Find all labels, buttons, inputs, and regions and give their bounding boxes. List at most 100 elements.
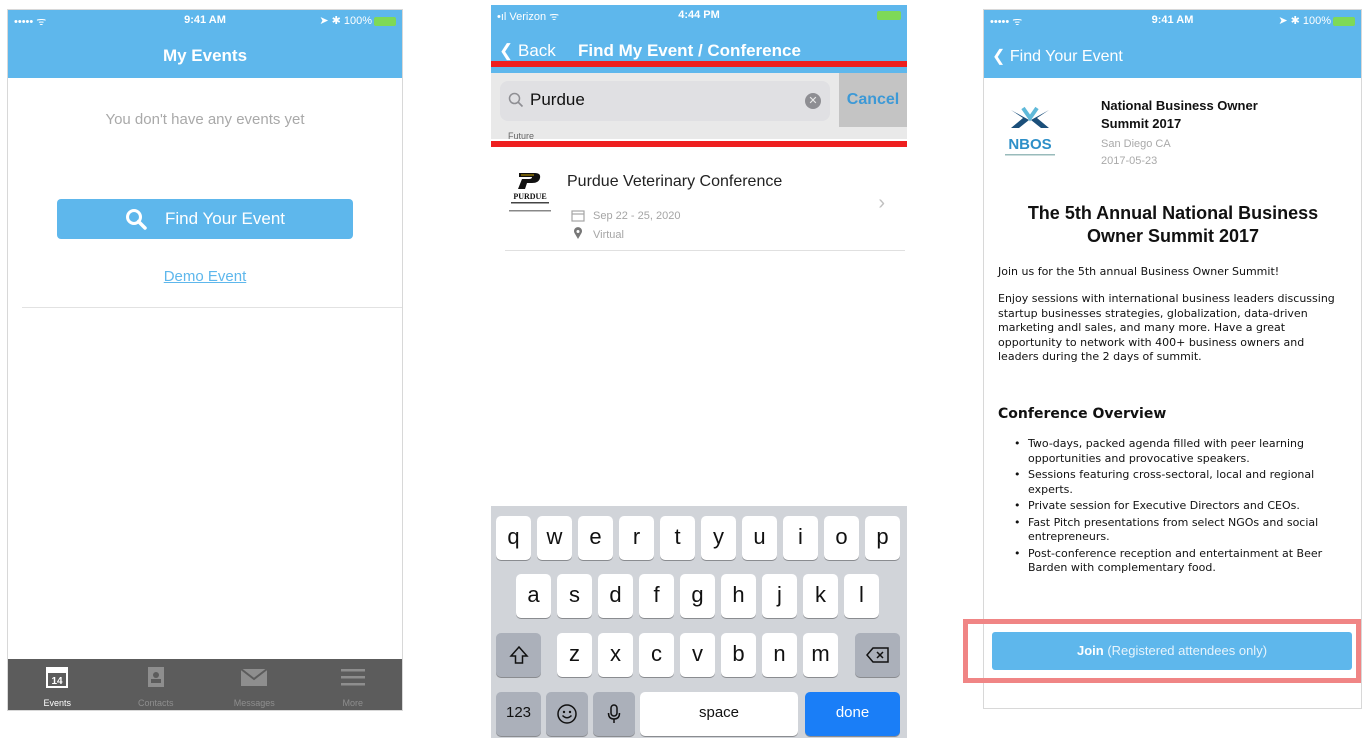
contacts-icon xyxy=(147,667,164,687)
key-y[interactable]: y xyxy=(701,516,736,560)
key-s[interactable]: s xyxy=(557,574,592,618)
numbers-key[interactable]: 123 xyxy=(496,692,541,736)
battery-indicator: ➤ ✱ 100% xyxy=(319,14,396,27)
dictation-key[interactable] xyxy=(593,692,635,736)
nav-header: ••••• ᯤ 9:41 AM ➤ ✱ 100% My Events xyxy=(8,10,402,78)
back-label: Find Your Event xyxy=(1009,48,1123,65)
key-j[interactable]: j xyxy=(762,574,797,618)
event-detail-screen: ••••• ᯤ 9:41 AM ➤ ✱ 100% ❮ Find Your Eve… xyxy=(983,9,1362,709)
backspace-icon xyxy=(865,647,889,663)
key-p[interactable]: p xyxy=(865,516,900,560)
menu-icon xyxy=(340,669,365,686)
tab-more[interactable]: More xyxy=(304,659,403,710)
key-e[interactable]: e xyxy=(578,516,613,560)
key-u[interactable]: u xyxy=(742,516,777,560)
status-bar: ••••• ᯤ 9:41 AM ➤ ✱ 100% xyxy=(984,10,1361,30)
calendar-icon: 14 xyxy=(46,667,69,688)
key-g[interactable]: g xyxy=(680,574,715,618)
overview-title: Conference Overview xyxy=(998,406,1167,422)
calendar-icon xyxy=(571,210,585,222)
event-location: San Diego CA xyxy=(1101,138,1171,150)
battery-indicator: ➤ ✱ 100% xyxy=(1278,14,1355,27)
empty-state-message: You don't have any events yet xyxy=(105,111,305,128)
tab-contacts[interactable]: Contacts xyxy=(107,659,206,710)
key-m[interactable]: m xyxy=(803,633,838,677)
find-your-event-button[interactable]: Find Your Event xyxy=(57,199,353,239)
key-q[interactable]: q xyxy=(496,516,531,560)
key-z[interactable]: z xyxy=(557,633,592,677)
emoji-key[interactable] xyxy=(546,692,588,736)
page-title: My Events xyxy=(162,46,248,65)
svg-text:NBOS: NBOS xyxy=(1008,136,1051,153)
chevron-right-icon: › xyxy=(878,192,885,214)
status-bar: •ıl Verizon ᯤ 4:44 PM xyxy=(491,5,907,25)
overview-list: Two-days, packed agenda filled with peer… xyxy=(1014,437,1344,621)
demo-event-link[interactable]: Demo Event xyxy=(8,268,402,285)
done-key[interactable]: done xyxy=(805,692,900,736)
key-d[interactable]: d xyxy=(598,574,633,618)
result-location: Virtual xyxy=(593,229,624,241)
page-title: Find My Event / Conference xyxy=(578,41,801,60)
battery-icon xyxy=(374,16,396,26)
shift-key[interactable] xyxy=(496,633,541,677)
microphone-icon xyxy=(607,704,621,724)
shift-icon xyxy=(508,646,529,664)
status-time: 4:44 PM xyxy=(678,9,720,21)
find-event-search-screen: •ıl Verizon ᯤ 4:44 PM ❮ Back Find My Eve… xyxy=(491,5,907,738)
key-f[interactable]: f xyxy=(639,574,674,618)
event-name: National Business Owner Summit 2017 xyxy=(1101,98,1258,131)
nav-header: ••••• ᯤ 9:41 AM ➤ ✱ 100% ❮ Find Your Eve… xyxy=(984,10,1361,78)
key-o[interactable]: o xyxy=(824,516,859,560)
location-pin-icon xyxy=(574,227,582,239)
back-button[interactable]: ❮ Find Your Event xyxy=(992,46,1123,66)
key-h[interactable]: h xyxy=(721,574,756,618)
key-w[interactable]: w xyxy=(537,516,572,560)
envelope-icon xyxy=(240,668,268,686)
back-label: Back xyxy=(517,41,556,60)
key-r[interactable]: r xyxy=(619,516,654,560)
key-n[interactable]: n xyxy=(762,633,797,677)
svg-text:PURDUE: PURDUE xyxy=(513,192,546,201)
list-item: Private session for Executive Directors … xyxy=(1014,499,1344,514)
my-events-screen: ••••• ᯤ 9:41 AM ➤ ✱ 100% My Events You d… xyxy=(7,9,403,711)
search-icon xyxy=(125,209,147,230)
key-c[interactable]: c xyxy=(639,633,674,677)
key-a[interactable]: a xyxy=(516,574,551,618)
nbos-logo: NBOS xyxy=(1005,106,1055,156)
highlight-box xyxy=(963,619,1361,683)
key-i[interactable]: i xyxy=(783,516,818,560)
key-b[interactable]: b xyxy=(721,633,756,677)
tab-more-label: More xyxy=(342,698,363,708)
battery-icon xyxy=(877,10,901,20)
list-item: Post-conference reception and entertainm… xyxy=(1014,547,1344,576)
tab-contacts-label: Contacts xyxy=(137,698,174,708)
key-x[interactable]: x xyxy=(598,633,633,677)
find-your-event-label: Find Your Event xyxy=(164,209,286,228)
purdue-logo: PURDUE xyxy=(509,173,551,212)
key-k[interactable]: k xyxy=(803,574,838,618)
backspace-key[interactable] xyxy=(855,633,900,677)
search-result-item[interactable]: PURDUE Purdue Veterinary Conference Sep … xyxy=(505,155,905,251)
list-item: Fast Pitch presentations from select NGO… xyxy=(1014,516,1344,545)
svg-text:14: 14 xyxy=(52,676,64,687)
space-key[interactable]: space xyxy=(640,692,798,736)
result-title: Purdue Veterinary Conference xyxy=(567,173,783,190)
key-v[interactable]: v xyxy=(680,633,715,677)
chevron-left-icon: ❮ xyxy=(992,48,1006,65)
back-button[interactable]: ❮ Back xyxy=(499,41,556,61)
chevron-left-icon: ❮ xyxy=(499,41,514,60)
event-heading: The 5th Annual National Business Owner S… xyxy=(1027,203,1319,246)
key-t[interactable]: t xyxy=(660,516,695,560)
tab-events[interactable]: 14 Events xyxy=(8,659,107,710)
highlight-box xyxy=(491,61,907,147)
list-item: Two-days, packed agenda filled with peer… xyxy=(1014,437,1344,466)
tab-bar: 14 Events Contacts Messages More xyxy=(8,659,402,710)
key-l[interactable]: l xyxy=(844,574,879,618)
event-intro: Join us for the 5th annual Business Owne… xyxy=(998,265,1280,278)
tab-messages[interactable]: Messages xyxy=(205,659,304,710)
tab-messages-label: Messages xyxy=(233,698,275,708)
tab-events-label: Events xyxy=(43,698,71,708)
emoji-icon xyxy=(557,704,577,724)
event-date: 2017-05-23 xyxy=(1101,155,1158,167)
result-date: Sep 22 - 25, 2020 xyxy=(593,210,681,222)
